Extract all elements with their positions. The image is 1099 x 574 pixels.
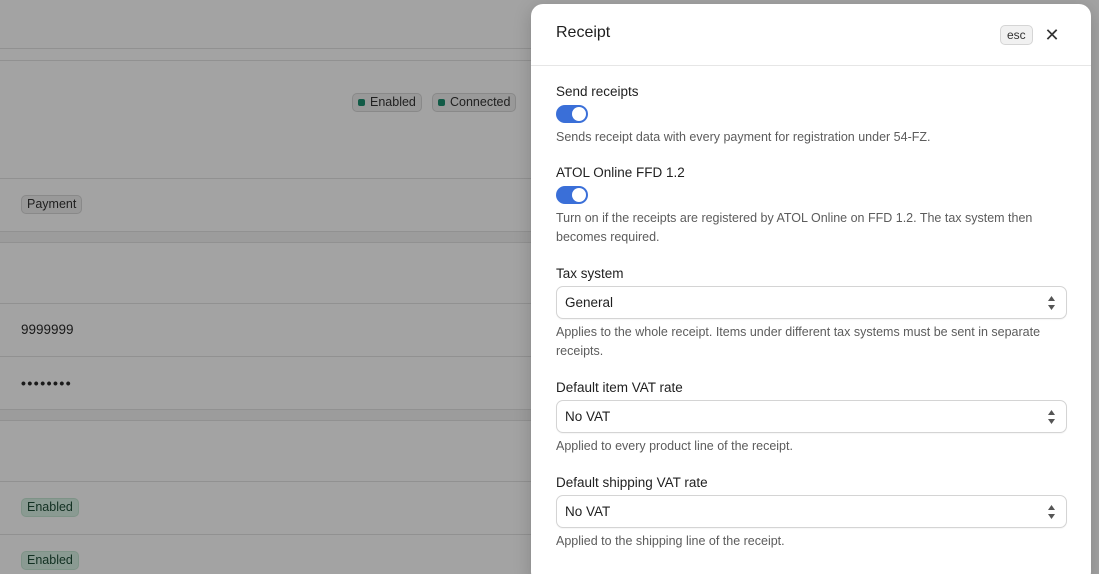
item-vat-label: Default item VAT rate xyxy=(556,380,683,395)
item-vat-select[interactable]: No VAT xyxy=(556,400,1067,433)
shipping-vat-label: Default shipping VAT rate xyxy=(556,475,708,490)
tax-system-field: Tax system General Applies to the whole … xyxy=(556,266,1067,361)
shipping-vat-select[interactable]: No VAT xyxy=(556,495,1067,528)
tax-system-value: General xyxy=(565,295,614,310)
item-vat-value: No VAT xyxy=(565,409,611,424)
send-receipts-toggle[interactable] xyxy=(556,105,588,123)
tax-system-help: Applies to the whole receipt. Items unde… xyxy=(556,325,1041,358)
close-icon[interactable]: ✕ xyxy=(1041,26,1063,44)
shipping-vat-field: Default shipping VAT rate No VAT Applied… xyxy=(556,475,1067,551)
esc-key-hint: esc xyxy=(1000,25,1033,45)
atol-toggle[interactable] xyxy=(556,186,588,204)
tax-system-label: Tax system xyxy=(556,266,624,281)
send-receipts-label: Send receipts xyxy=(556,84,639,99)
send-receipts-help: Sends receipt data with every payment fo… xyxy=(556,130,931,144)
receipt-modal: Receipt esc ✕ Send receipts Sends receip… xyxy=(531,4,1091,574)
item-vat-help: Applied to every product line of the rec… xyxy=(556,439,793,453)
modal-title: Receipt xyxy=(556,24,611,41)
select-arrows-icon xyxy=(1048,410,1055,424)
select-arrows-icon xyxy=(1048,296,1055,310)
shipping-vat-help: Applied to the shipping line of the rece… xyxy=(556,534,785,548)
select-arrows-icon xyxy=(1048,505,1055,519)
shipping-vat-value: No VAT xyxy=(565,504,611,519)
atol-label: ATOL Online FFD 1.2 xyxy=(556,165,685,180)
atol-field: ATOL Online FFD 1.2 Turn on if the recei… xyxy=(556,165,1067,247)
tax-system-select[interactable]: General xyxy=(556,286,1067,319)
atol-help: Turn on if the receipts are registered b… xyxy=(556,211,1033,244)
item-vat-field: Default item VAT rate No VAT Applied to … xyxy=(556,380,1067,456)
send-receipts-field: Send receipts Sends receipt data with ev… xyxy=(556,84,1067,147)
modal-header: Receipt esc ✕ xyxy=(531,4,1091,66)
